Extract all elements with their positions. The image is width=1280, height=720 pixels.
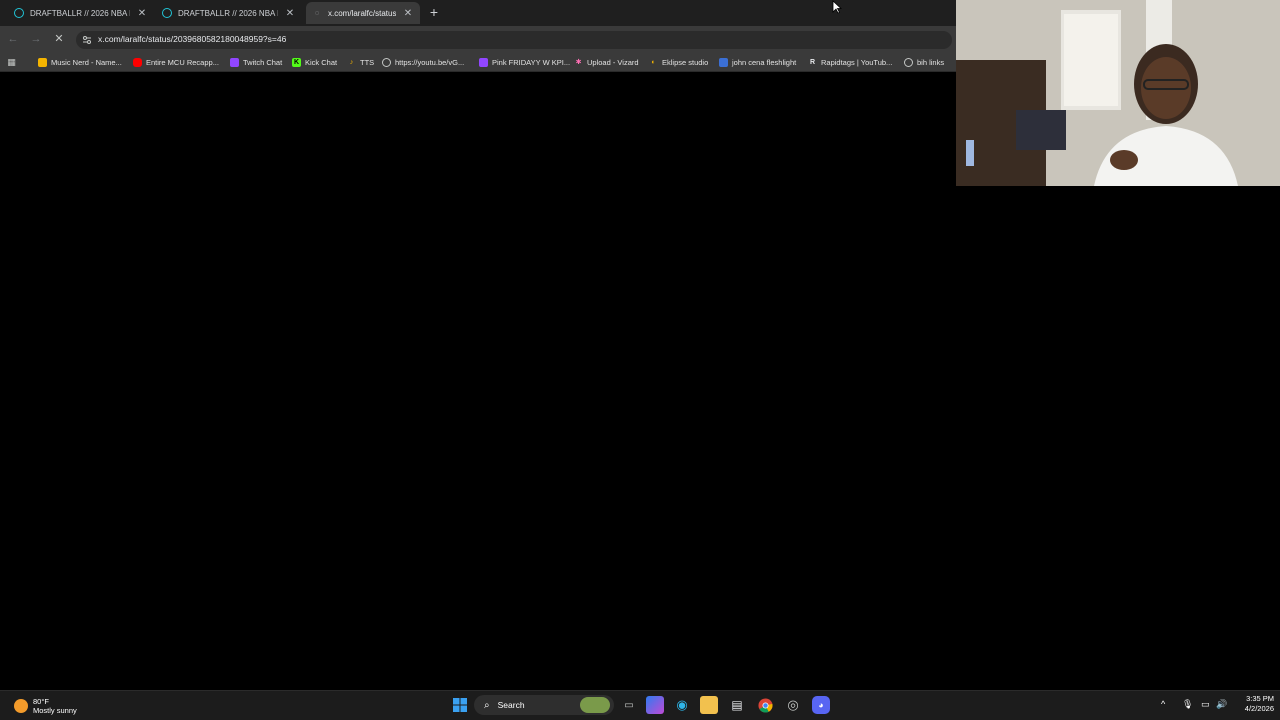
search-icon: ⌕ (484, 699, 490, 711)
eklipse-icon: ◐ (651, 58, 656, 66)
system-clock[interactable]: 3:35 PM 4/2/2026 (1234, 694, 1274, 714)
stop-loading-icon[interactable]: ✕ (51, 31, 67, 47)
task-view-icon[interactable]: ▭ (620, 696, 638, 714)
volume-icon[interactable]: 🔊 (1216, 699, 1227, 710)
rapidtags-icon: R (809, 58, 816, 66)
taskbar-search[interactable]: ⌕ Search (474, 695, 614, 715)
bookmark-label: Upload - Vizard (587, 57, 639, 67)
bookmark-label: john cena fleshlight (732, 57, 797, 67)
windows-taskbar (0, 690, 1280, 720)
back-arrow-icon[interactable]: ← (5, 31, 21, 47)
tts-icon: ♪ (349, 58, 354, 66)
bookmark-label: Eklipse studio (662, 57, 709, 67)
copilot-icon[interactable] (646, 696, 664, 714)
store-icon[interactable]: ▤ (728, 696, 746, 714)
bookmark-label: Pink FRIDAYY W KPI... (492, 57, 571, 67)
new-tab-plus-icon[interactable]: + (427, 4, 441, 20)
edge-icon[interactable]: ◉ (673, 696, 691, 714)
tab-draftballr-2[interactable]: DRAFTBALLR // 2026 NBA Draft ✕ (156, 2, 302, 24)
globe-icon (904, 57, 913, 67)
weather-desc: Mostly sunny (33, 706, 77, 715)
bookmark-youtu-be[interactable]: https://youtu.be/vG... (382, 55, 464, 69)
bookmark-label: Music Nerd - Name... (51, 57, 122, 67)
bookmark-pink-friday[interactable]: Pink FRIDAYY W KPI... (479, 55, 570, 69)
youtube-icon (133, 57, 142, 67)
tab-title: DRAFTBALLR // 2026 NBA Draft (30, 8, 130, 18)
loading-favicon-icon: ◌ (314, 9, 320, 17)
vizard-icon: ✱ (575, 59, 582, 66)
address-text[interactable]: x.com/laralfc/status/2039680582180048959… (98, 34, 286, 44)
discord-icon[interactable]: ◕ (812, 696, 830, 714)
bookmark-label: Twitch Chat (243, 57, 283, 67)
close-tab-icon[interactable]: ✕ (402, 8, 414, 19)
network-icon[interactable]: ▭ (1201, 699, 1210, 710)
search-label: Search (497, 700, 525, 710)
file-explorer-icon[interactable] (700, 696, 718, 714)
tab-x-status[interactable]: ◌ x.com/laralfc/status/20396805821800489… (306, 2, 420, 24)
twitch-icon (230, 57, 239, 67)
apps-grid-icon[interactable]: ▦ (7, 55, 20, 69)
bookmark-twitch-chat[interactable]: Twitch Chat (230, 55, 282, 69)
start-windows-icon[interactable] (451, 696, 469, 714)
bookmark-kick-chat[interactable]: K Kick Chat (292, 55, 337, 69)
webcam-overlay (956, 0, 1280, 186)
microphone-icon[interactable]: 🎙 (1182, 699, 1193, 710)
bookmark-label: Kick Chat (305, 57, 338, 67)
bookmark-music-nerd[interactable]: Music Nerd - Name... (38, 55, 122, 69)
site-info-icon[interactable] (82, 35, 92, 45)
browser-window: DRAFTBALLR // 2026 NBA Draft ✕ DRAFTBALL… (0, 0, 956, 690)
kick-icon: K (292, 57, 301, 67)
clock-time: 3:35 PM (1246, 694, 1274, 703)
weather-widget[interactable]: 80°F Mostly sunny (14, 694, 77, 718)
close-tab-icon[interactable]: ✕ (136, 8, 148, 19)
globe-icon (382, 57, 391, 67)
weather-temp: 80°F (33, 697, 49, 706)
bookmark-vizard[interactable]: ✱ Upload - Vizard (574, 55, 639, 69)
bookmark-favicon-icon (719, 57, 728, 67)
bookmark-john-cena[interactable]: john cena fleshlight (719, 55, 796, 69)
bookmark-bih-links[interactable]: bih links (904, 55, 944, 69)
bookmark-tts[interactable]: ♪ TTS (347, 55, 374, 69)
obs-icon[interactable]: ◎ (784, 696, 802, 714)
bookmark-label: Entire MCU Recapp... (146, 57, 219, 67)
twitch-icon (479, 57, 488, 67)
bookmark-label: TTS (360, 57, 375, 67)
bookmark-eklipse[interactable]: ◐ Eklipse studio (649, 55, 708, 69)
search-highlight-icon (580, 697, 610, 713)
bookmark-rapidtags[interactable]: R Rapidtags | YouTub... (808, 55, 892, 69)
tab-draftballr-1[interactable]: DRAFTBALLR // 2026 NBA Draft ✕ (8, 2, 154, 24)
bookmark-label: https://youtu.be/vG... (395, 57, 465, 67)
chrome-icon[interactable] (756, 696, 774, 714)
bookmark-mcu-recap[interactable]: Entire MCU Recapp... (133, 55, 219, 69)
sun-icon (14, 699, 28, 713)
tab-title: x.com/laralfc/status/2039680582180048959 (328, 8, 396, 18)
draftballr-favicon-icon (14, 8, 24, 18)
tab-title: DRAFTBALLR // 2026 NBA Draft (178, 8, 278, 18)
close-tab-icon[interactable]: ✕ (284, 8, 296, 19)
webcam-person-image (956, 0, 1280, 186)
bookmark-label: bih links (917, 57, 945, 67)
page-content (0, 72, 956, 690)
clock-date: 4/2/2026 (1244, 704, 1274, 713)
draftballr-favicon-icon (162, 8, 172, 18)
show-hidden-icons-icon[interactable]: ^ (1161, 699, 1165, 709)
bookmark-favicon-icon (38, 57, 47, 67)
mouse-cursor-icon (832, 0, 842, 14)
bookmark-label: Rapidtags | YouTub... (821, 57, 893, 67)
forward-arrow-icon[interactable]: → (28, 31, 44, 47)
